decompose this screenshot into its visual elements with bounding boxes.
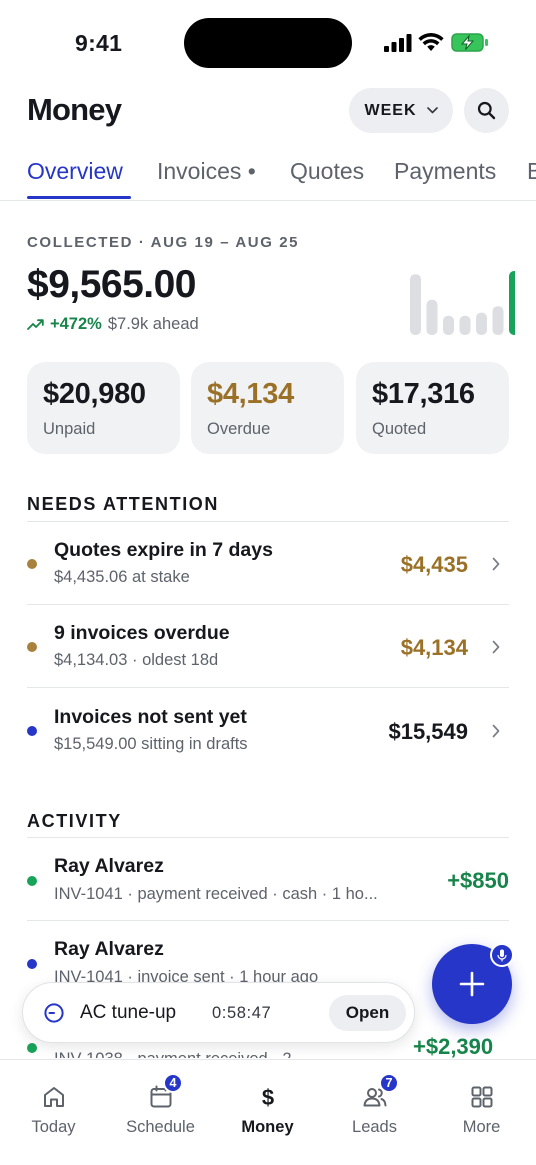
stat-card-unpaid[interactable]: $20,980 Unpaid bbox=[27, 362, 180, 454]
activity-item-title: Ray Alvarez bbox=[54, 938, 164, 960]
chevron-down-icon bbox=[426, 107, 438, 114]
attention-item-amount: $4,134 bbox=[400, 635, 468, 660]
bottom-nav: Today 4 Schedule $ Money 7 Leads More bbox=[0, 1059, 536, 1165]
stat-label: Unpaid bbox=[43, 420, 96, 438]
plus-icon bbox=[459, 971, 485, 997]
collected-amount: $9,565.00 bbox=[27, 263, 197, 306]
dollar-icon: $ bbox=[261, 1085, 273, 1110]
day-bar bbox=[492, 306, 504, 335]
nav-label: Leads bbox=[352, 1118, 397, 1136]
activity-item-subtitle: INV-1041 · payment received · cash · 1 h… bbox=[54, 885, 378, 903]
stat-value: $17,316 bbox=[372, 378, 475, 410]
stat-label: Quoted bbox=[372, 420, 427, 438]
day-bar bbox=[476, 312, 487, 335]
dynamic-island bbox=[184, 18, 352, 68]
activity-item[interactable]: Ray Alvarez INV-1041 · payment received … bbox=[27, 838, 509, 921]
tab-payments[interactable]: Payments bbox=[394, 158, 496, 185]
nav-label: More bbox=[462, 1118, 501, 1136]
timer-open-button[interactable]: Open bbox=[329, 995, 406, 1031]
activity-item-amount: +$850 bbox=[447, 868, 509, 893]
page-title: Money bbox=[27, 92, 122, 127]
collected-label: COLLECTED · AUG 19 – AUG 25 bbox=[27, 234, 300, 251]
status-dot bbox=[27, 876, 37, 886]
status-bar: 9:41 bbox=[0, 0, 536, 86]
status-dot bbox=[27, 1043, 37, 1053]
tab-more-cutoff[interactable]: B bbox=[527, 158, 536, 185]
trend-note: $7.9k ahead bbox=[107, 315, 199, 333]
nav-more[interactable]: More bbox=[428, 1060, 535, 1160]
tab-invoices[interactable]: Invoices • bbox=[157, 158, 256, 185]
attention-item-subtitle: $15,549.00 sitting in drafts bbox=[54, 735, 248, 753]
attention-item-amount: $15,549 bbox=[388, 719, 468, 744]
search-button[interactable] bbox=[464, 88, 509, 133]
attention-item-amount: $4,435 bbox=[400, 552, 468, 577]
needs-attention-heading: NEEDS ATTENTION bbox=[27, 494, 220, 514]
status-dot bbox=[27, 726, 37, 736]
page-header: Money WEEK bbox=[0, 88, 536, 136]
day-bar bbox=[410, 274, 421, 335]
home-icon bbox=[43, 1087, 64, 1107]
active-job-timer[interactable]: AC tune-up 0:58:47 Open bbox=[22, 982, 415, 1043]
voice-input-button[interactable] bbox=[490, 943, 514, 967]
status-dot bbox=[27, 642, 37, 652]
nav-schedule[interactable]: 4 Schedule bbox=[107, 1060, 214, 1160]
mic-icon bbox=[497, 949, 507, 961]
day-bar bbox=[443, 315, 454, 335]
nav-label: Schedule bbox=[126, 1118, 195, 1136]
battery-charging-icon bbox=[451, 33, 488, 52]
wifi-icon bbox=[418, 33, 444, 51]
chevron-right-icon bbox=[492, 640, 500, 654]
activity-item-amount: +$2,390 bbox=[413, 1034, 494, 1059]
timer-icon bbox=[44, 1003, 64, 1023]
attention-item-quotes-expiring[interactable]: Quotes expire in 7 days $4,435.06 at sta… bbox=[27, 522, 509, 605]
activity-item-subtitle: INV-1038 · payment received · 2 bbox=[54, 1050, 292, 1058]
period-selector-label: WEEK bbox=[364, 101, 417, 119]
attention-item-subtitle: $4,435.06 at stake bbox=[54, 568, 190, 586]
attention-item-invoices-not-sent[interactable]: Invoices not sent yet $15,549.00 sitting… bbox=[27, 688, 509, 771]
trend-percent: +472% bbox=[50, 315, 102, 333]
nav-money[interactable]: $ Money bbox=[214, 1060, 321, 1160]
tab-overview[interactable]: Overview bbox=[27, 158, 123, 185]
nav-label: Money bbox=[241, 1118, 294, 1136]
nav-today[interactable]: Today bbox=[0, 1060, 107, 1160]
stat-card-quoted[interactable]: $17,316 Quoted bbox=[356, 362, 509, 454]
period-selector-button[interactable]: WEEK bbox=[349, 88, 453, 133]
activity-heading: ACTIVITY bbox=[27, 811, 122, 831]
nav-badge: 7 bbox=[379, 1073, 399, 1093]
timer-job-label: AC tune-up bbox=[80, 1002, 177, 1023]
weekly-collection-bars bbox=[410, 271, 515, 335]
trend-row: +472% $7.9k ahead bbox=[27, 315, 199, 334]
stat-value: $20,980 bbox=[43, 378, 146, 410]
status-dot bbox=[27, 959, 37, 969]
day-bar bbox=[459, 315, 471, 335]
tab-quotes[interactable]: Quotes bbox=[290, 158, 364, 185]
search-icon bbox=[477, 101, 496, 120]
current-week-bar bbox=[509, 271, 515, 335]
stat-label: Overdue bbox=[207, 420, 271, 438]
chevron-right-icon bbox=[492, 557, 500, 571]
status-dot bbox=[27, 559, 37, 569]
timer-elapsed: 0:58:47 bbox=[212, 1004, 272, 1022]
stat-card-overdue[interactable]: $4,134 Overdue bbox=[191, 362, 344, 454]
signal-icon bbox=[384, 34, 412, 52]
nav-badge: 4 bbox=[163, 1073, 183, 1093]
attention-item-subtitle: $4,134.03 · oldest 18d bbox=[54, 651, 219, 669]
attention-item-title: 9 invoices overdue bbox=[54, 622, 230, 644]
activity-item-title: Ray Alvarez bbox=[54, 855, 164, 877]
status-time: 9:41 bbox=[75, 30, 123, 56]
nav-label: Today bbox=[31, 1118, 76, 1136]
attention-item-title: Quotes expire in 7 days bbox=[54, 539, 273, 561]
attention-item-title: Invoices not sent yet bbox=[54, 706, 247, 728]
day-bar bbox=[426, 299, 438, 335]
active-tab-indicator bbox=[27, 196, 131, 199]
chevron-right-icon bbox=[492, 724, 500, 738]
grid-icon bbox=[471, 1086, 492, 1108]
nav-leads[interactable]: 7 Leads bbox=[321, 1060, 428, 1160]
trend-up-icon bbox=[27, 319, 44, 330]
money-tabs: Overview Invoices • Quotes Payments B bbox=[0, 156, 536, 201]
stat-value: $4,134 bbox=[207, 378, 294, 410]
attention-item-invoices-overdue[interactable]: 9 invoices overdue $4,134.03 · oldest 18… bbox=[27, 605, 509, 688]
svg-text:$: $ bbox=[261, 1085, 273, 1110]
